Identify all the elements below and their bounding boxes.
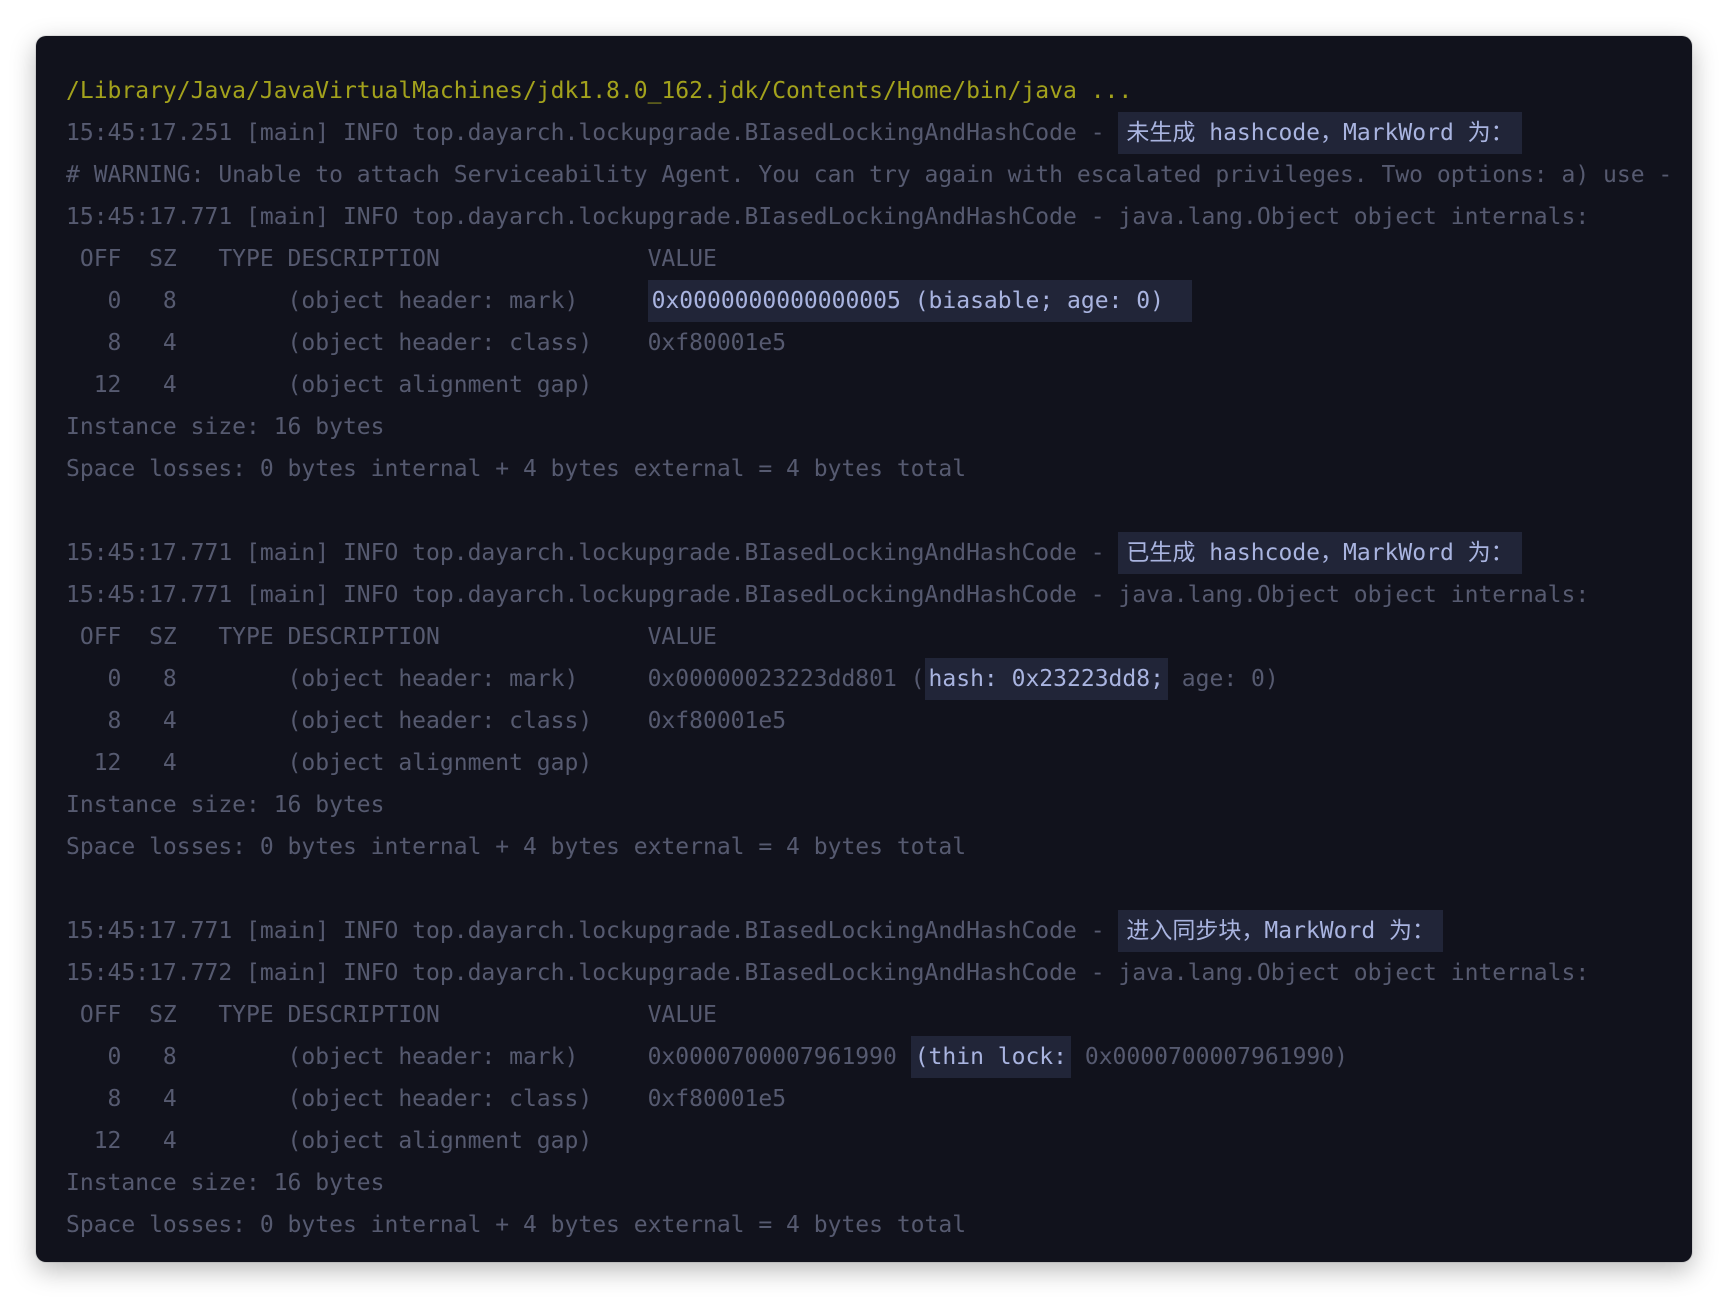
row-mark-left: 0 8 (object header: mark) 0x000070000796… [66, 1044, 911, 1070]
row-gap-3: 12 4 (object alignment gap) [66, 1128, 648, 1154]
table-header-3: OFF SZ TYPE DESCRIPTION VALUE [66, 1002, 717, 1028]
log-line-internals-2: 15:45:17.771 [main] INFO top.dayarch.loc… [66, 582, 1590, 608]
log-line-sync-block: 15:45:17.771 [main] INFO top.dayarch.loc… [66, 910, 1444, 952]
row-class-1: 8 4 (object header: class) 0xf80001e5 [66, 330, 787, 356]
table-header-2: OFF SZ TYPE DESCRIPTION VALUE [66, 624, 717, 650]
log-prefix: 15:45:17.771 [main] INFO top.dayarch.loc… [66, 540, 1119, 566]
row-mark-left: 0 8 (object header: mark) [66, 288, 648, 314]
row-mark-3: 0 8 (object header: mark) 0x000070000796… [66, 1036, 1348, 1078]
java-command-line: /Library/Java/JavaVirtualMachines/jdk1.8… [66, 78, 1133, 104]
row-mark-1: 0 8 (object header: mark) 0x000000000000… [66, 280, 1192, 322]
console-output: /Library/Java/JavaVirtualMachines/jdk1.8… [66, 36, 1692, 1262]
log-line-hashcode: 15:45:17.771 [main] INFO top.dayarch.loc… [66, 532, 1522, 574]
instance-size-2: Instance size: 16 bytes [66, 792, 385, 818]
log-line-internals-1: 15:45:17.771 [main] INFO top.dayarch.loc… [66, 204, 1590, 230]
row-mark-left: 0 8 (object header: mark) 0x00000023223d… [66, 666, 925, 692]
row-class-3: 8 4 (object header: class) 0xf80001e5 [66, 1086, 787, 1112]
instance-size-3: Instance size: 16 bytes [66, 1170, 385, 1196]
row-gap-1: 12 4 (object alignment gap) [66, 372, 648, 398]
highlight-biasable: 0x0000000000000005 (biasable; age: 0) [647, 280, 1192, 322]
row-mark-2: 0 8 (object header: mark) 0x00000023223d… [66, 658, 1279, 700]
warning-line: # WARNING: Unable to attach Serviceabili… [66, 162, 1673, 188]
row-gap-2: 12 4 (object alignment gap) [66, 750, 648, 776]
highlight-hashcode: 已生成 hashcode，MarkWord 为： [1118, 532, 1522, 574]
log-prefix: 15:45:17.771 [main] INFO top.dayarch.loc… [66, 918, 1119, 944]
row-class-2: 8 4 (object header: class) 0xf80001e5 [66, 708, 787, 734]
log-line-no-hashcode: 15:45:17.251 [main] INFO top.dayarch.loc… [66, 112, 1522, 154]
highlight-thin-lock: (thin lock: [910, 1036, 1072, 1078]
highlight-sync-block: 进入同步块，MarkWord 为： [1118, 910, 1444, 952]
row-mark-right: age: 0) [1167, 666, 1279, 692]
row-mark-right: 0x0000700007961990) [1071, 1044, 1348, 1070]
highlight-no-hashcode: 未生成 hashcode，MarkWord 为： [1118, 112, 1522, 154]
space-losses-2: Space losses: 0 bytes internal + 4 bytes… [66, 834, 967, 860]
instance-size-1: Instance size: 16 bytes [66, 414, 385, 440]
space-losses-3: Space losses: 0 bytes internal + 4 bytes… [66, 1212, 967, 1238]
table-header-1: OFF SZ TYPE DESCRIPTION VALUE [66, 246, 717, 272]
space-losses-1: Space losses: 0 bytes internal + 4 bytes… [66, 456, 967, 482]
console-window: /Library/Java/JavaVirtualMachines/jdk1.8… [36, 36, 1692, 1262]
highlight-hash: hash: 0x23223dd8; [924, 658, 1168, 700]
log-prefix: 15:45:17.251 [main] INFO top.dayarch.loc… [66, 120, 1119, 146]
log-line-internals-3: 15:45:17.772 [main] INFO top.dayarch.loc… [66, 960, 1590, 986]
